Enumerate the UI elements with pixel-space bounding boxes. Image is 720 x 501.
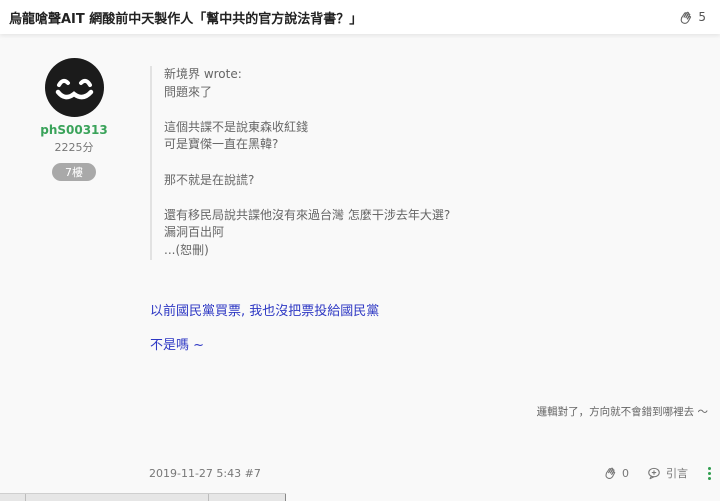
quote-bubble-icon — [648, 467, 660, 480]
vertical-dots-icon — [708, 466, 711, 470]
bottom-strip-segment — [0, 494, 26, 501]
quote-line: 那不就是在說謊? — [164, 172, 255, 187]
quote-line: 問題來了 — [164, 84, 213, 99]
clap-hand-icon — [605, 467, 616, 479]
like-count: 0 — [622, 466, 629, 480]
thread-like-button[interactable]: 5 — [678, 10, 706, 25]
quote-header: 新境界 wrote: — [164, 67, 242, 81]
like-button[interactable]: 0 — [603, 466, 629, 480]
author-signature: 邏輯對了，方向就不會錯到哪裡去 ～ — [536, 406, 708, 418]
post-timestamp[interactable]: 2019-11-27 5:43 #7 — [149, 467, 261, 480]
quote-blank-line — [164, 154, 530, 172]
quote-line: 可是寶傑一直在黑韓? — [164, 137, 279, 152]
thread-header-bar: 烏龍嗆聲AIT 網酸前中天製作人「幫中共的官方說法背書？」 5 — [0, 0, 720, 34]
smiley-avatar-icon — [55, 78, 93, 100]
quote-line: 漏洞百出阿 — [164, 225, 225, 240]
quoted-post: 新境界 wrote: 問題來了 這個共諜不是說東森收紅錢 可是寶傑一直在黑韓? … — [150, 66, 530, 260]
reply-line: 以前國民黨買票, 我也沒把票投給國民黨 — [150, 304, 380, 319]
post-author-panel: phS00313 2225分 7樓 — [38, 58, 110, 181]
quote-blank-line — [164, 189, 530, 207]
quote-blank-line — [164, 101, 530, 119]
floor-badge: 7樓 — [52, 163, 96, 181]
quote-line: 這個共諜不是說東森收紅錢 — [164, 119, 309, 134]
thread-like-count: 5 — [698, 10, 706, 24]
post-footer: 2019-11-27 5:43 #7 0 引言 — [149, 465, 713, 481]
bottom-strip-segment — [208, 494, 286, 501]
avatar[interactable] — [44, 58, 104, 117]
post-actions: 0 引言 — [603, 465, 713, 481]
more-options-button[interactable] — [706, 466, 713, 480]
author-score: 2225分 — [54, 141, 94, 154]
author-name[interactable]: phS00313 — [40, 123, 108, 137]
reply-line: 不是嗎 ~ — [150, 338, 205, 353]
thread-title: 烏龍嗆聲AIT 網酸前中天製作人「幫中共的官方說法背書？」 — [9, 11, 363, 27]
bottom-scroll-strip — [0, 493, 286, 501]
quote-truncation: ...(恕刪) — [164, 242, 209, 257]
quote-button[interactable]: 引言 — [647, 465, 688, 481]
quote-line: 還有移民局說共諜他沒有來過台灣 怎麼干涉去年大選? — [164, 207, 451, 222]
reply-body: 以前國民黨買票, 我也沒把票投給國民黨 不是嗎 ~ — [150, 302, 379, 356]
clap-hand-icon — [681, 11, 692, 24]
quote-label: 引言 — [666, 467, 688, 480]
